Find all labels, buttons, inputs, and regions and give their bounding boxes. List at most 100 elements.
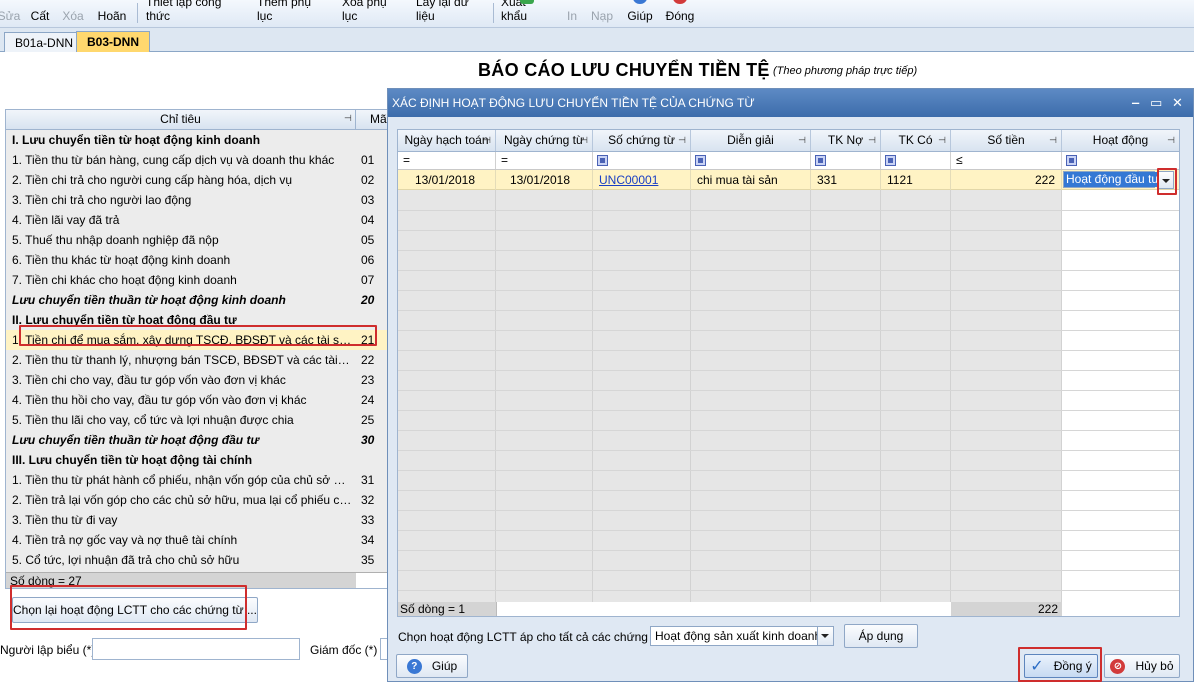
filter-icon[interactable] (815, 155, 826, 166)
table-row[interactable]: 1. Tiền thu từ phát hành cổ phiếu, nhận … (6, 470, 387, 490)
pin-icon[interactable]: ⊣ (1049, 130, 1057, 151)
pin-icon[interactable]: ⊣ (938, 130, 946, 151)
col-posting-date[interactable]: Ngày hạch toán ⊣ (398, 130, 496, 151)
table-row[interactable]: 3. Tiền chi cho vay, đầu tư góp vốn vào … (6, 370, 387, 390)
table-row[interactable]: 4. Tiền lãi vay đã trả 04 (6, 210, 387, 230)
col-doc-no[interactable]: Số chứng từ ⊣ (593, 130, 691, 151)
table-row[interactable]: 2. Tiền chi trả cho người cung cấp hàng … (6, 170, 387, 190)
filter-doc-date[interactable]: = (496, 152, 593, 169)
add-appendix-button[interactable]: Thêm phụ lục (257, 0, 327, 28)
delete-appendix-button[interactable]: Xóa phụ lục (342, 0, 402, 28)
row-label: 1. Tiền chi để mua sắm, xây dựng TSCĐ, B… (12, 333, 352, 347)
table-row[interactable]: 5. Thuế thu nhập doanh nghiệp đã nộp 05 (6, 230, 387, 250)
filter-amount[interactable]: ≤ (951, 152, 1062, 169)
equals-filter-icon[interactable]: = (501, 152, 508, 169)
table-row[interactable]: 4. Tiền thu hồi cho vay, đầu tư góp vốn … (6, 390, 387, 410)
pin-icon[interactable]: ⊣ (580, 130, 588, 151)
save-button[interactable]: Cất (28, 0, 52, 28)
table-row[interactable]: 1. Tiền thu từ bán hàng, cung cấp dịch v… (6, 150, 387, 170)
help-button[interactable]: Giúp (627, 0, 653, 28)
table-row[interactable]: III. Lưu chuyển tiền từ hoạt động tài ch… (6, 450, 387, 470)
filter-doc-no[interactable] (593, 152, 691, 169)
table-row[interactable]: 7. Tiền chi khác cho hoạt động kinh doan… (6, 270, 387, 290)
col-ma-header[interactable]: Mã (370, 110, 387, 129)
col-activity[interactable]: Hoạt động ⊣ (1062, 130, 1179, 151)
row-code: 30 (361, 433, 375, 447)
voucher-grid: Ngày hạch toán ⊣ Ngày chứng từ ⊣ Số chứng … (397, 129, 1180, 617)
apply-all-label: Chọn hoạt động LCTT áp cho tất cả các ch… (398, 630, 663, 644)
table-row[interactable]: 2. Tiền thu từ thanh lý, nhượng bán TSCĐ… (6, 350, 387, 370)
table-row[interactable]: 3. Tiền chi trả cho người lao động 03 (6, 190, 387, 210)
cell-activity-editor[interactable]: Hoạt động đầu tư (1063, 171, 1162, 188)
table-row[interactable]: 2. Tiền trả lại vốn góp cho các chủ sở h… (6, 490, 387, 510)
table-row[interactable]: 1. Tiền chi để mua sắm, xây dựng TSCĐ, B… (6, 330, 387, 350)
table-row[interactable]: 13/01/2018 13/01/2018 UNC00001 chi mua t… (398, 170, 1179, 190)
col-description[interactable]: Diễn giải ⊣ (691, 130, 811, 151)
pin-icon[interactable]: ⊣ (798, 130, 806, 151)
col-amount[interactable]: Số tiền ⊣ (951, 130, 1062, 151)
table-row[interactable]: 5. Cổ tức, lợi nhuận đã trả cho chủ sở h… (6, 550, 387, 570)
maximize-icon[interactable]: ▭ (1150, 89, 1162, 117)
delete-label: Xóa (62, 9, 84, 23)
filter-icon[interactable] (597, 155, 608, 166)
table-row[interactable]: 4. Tiền trả nợ gốc vay và nợ thuê tài ch… (6, 530, 387, 550)
grid-column (881, 190, 951, 602)
table-row[interactable]: Lưu chuyển tiền thuần từ hoạt động kinh … (6, 290, 387, 310)
reselect-activity-button[interactable]: Chọn lại hoạt động LCTT cho các chứng từ… (12, 597, 258, 623)
apply-button[interactable]: Áp dụng (844, 624, 918, 648)
filter-icon[interactable] (695, 155, 706, 166)
col-doc-date[interactable]: Ngày chứng từ ⊣ (496, 130, 593, 151)
add-appendix-label: Thêm phụ lục (257, 0, 312, 23)
activity-dropdown-button[interactable] (1158, 171, 1174, 189)
table-row[interactable]: I. Lưu chuyển tiền từ hoạt động kinh doa… (6, 130, 387, 150)
postpone-button[interactable]: Hoãn (96, 0, 128, 28)
table-row[interactable]: 5. Tiền thu lãi cho vay, cổ tức và lợi n… (6, 410, 387, 430)
reload-data-button[interactable]: Lấy lại dữ liệu (416, 0, 486, 28)
col-chitieu-header[interactable]: Chỉ tiêu (6, 110, 356, 129)
footer-blank (1062, 602, 1179, 616)
ok-button[interactable]: ✓ Đồng ý (1024, 654, 1098, 678)
filter-credit[interactable] (881, 152, 951, 169)
formula-setup-button[interactable]: Thiết lập công thức (146, 0, 242, 28)
apply-all-select[interactable]: Hoạt động sản xuất kinh doanh (650, 626, 834, 646)
print-button[interactable]: In (565, 0, 579, 28)
row-label: 3. Tiền chi cho vay, đầu tư góp vốn vào … (12, 373, 286, 387)
table-row[interactable]: Lưu chuyển tiền thuần từ hoạt động đầu t… (6, 430, 387, 450)
minimize-icon[interactable]: ‒ (1132, 89, 1139, 117)
cancel-button[interactable]: ⊘ Hủy bỏ (1104, 654, 1180, 678)
col-credit[interactable]: TK Có ⊣ (881, 130, 951, 151)
dialog-close-icon[interactable]: ✕ (1172, 89, 1183, 117)
filter-debit[interactable] (811, 152, 881, 169)
close-icon (673, 0, 687, 4)
cell-doc-no-link[interactable]: UNC00001 (593, 170, 691, 190)
apply-all-dropdown[interactable] (817, 627, 833, 645)
edit-button[interactable]: Sửa (0, 0, 20, 28)
filter-posting-date[interactable]: = (398, 152, 496, 169)
load-button[interactable]: Nạp (591, 0, 613, 28)
pin-icon[interactable]: ⊣ (1167, 130, 1175, 151)
preparer-input[interactable] (92, 638, 300, 660)
less-equal-filter-icon[interactable]: ≤ (956, 152, 963, 169)
close-button[interactable]: Đóng (666, 0, 694, 28)
filter-activity[interactable] (1062, 152, 1179, 169)
table-row[interactable]: II. Lưu chuyển tiền từ hoạt động đầu tư (6, 310, 387, 330)
grid-line (398, 490, 1179, 491)
filter-icon[interactable] (885, 155, 896, 166)
table-row[interactable]: 3. Tiền thu từ đi vay 33 (6, 510, 387, 530)
export-button[interactable]: Xuất khẩu (501, 0, 553, 28)
tab-b01a-dnn[interactable]: B01a-DNN (4, 32, 85, 52)
dialog-help-label: Giúp (431, 659, 458, 673)
pin-icon[interactable]: ⊣ (344, 114, 353, 123)
col-debit[interactable]: TK Nợ ⊣ (811, 130, 881, 151)
tab-b03-dnn[interactable]: B03-DNN (76, 31, 151, 53)
filter-description[interactable] (691, 152, 811, 169)
pin-icon[interactable]: ⊣ (868, 130, 876, 151)
dialog-help-button[interactable]: ? Giúp (396, 654, 468, 678)
filter-icon[interactable] (1066, 155, 1077, 166)
pin-icon[interactable]: ⊣ (483, 130, 491, 151)
grid-line (398, 350, 1179, 351)
pin-icon[interactable]: ⊣ (678, 130, 686, 151)
delete-button[interactable]: Xóa (61, 0, 85, 28)
equals-filter-icon[interactable]: = (403, 152, 410, 169)
table-row[interactable]: 6. Tiền thu khác từ hoạt động kinh doanh… (6, 250, 387, 270)
